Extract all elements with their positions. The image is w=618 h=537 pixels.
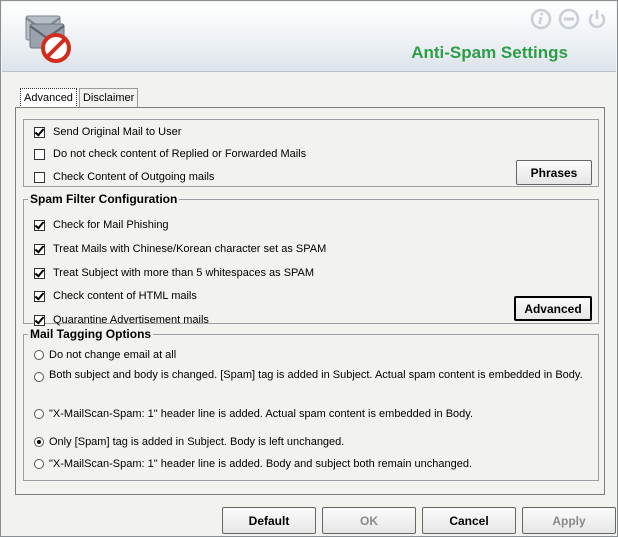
radio-button[interactable] [34,409,44,419]
apply-button[interactable]: Apply [522,507,616,534]
option-phishing[interactable]: Check for Mail Phishing [34,219,169,231]
tab-advanced[interactable]: Advanced [20,88,77,108]
option-label: Check Content of Outgoing mails [53,171,215,183]
ok-button[interactable]: OK [322,507,416,534]
option-label: "X-MailScan-Spam: 1" header line is adde… [49,458,473,470]
checkbox[interactable] [34,171,45,183]
option-label: Quarantine Advertisement mails [53,314,209,326]
option-label: Treat Subject with more than 5 whitespac… [53,267,315,279]
checkbox[interactable] [34,148,45,160]
option-html-mails[interactable]: Check content of HTML mails [34,290,197,302]
spam-filter-group: Spam Filter Configuration Check for Mail… [23,192,599,326]
header-bar: Anti-Spam Settings [2,2,616,72]
option-quarantine-ads[interactable]: Quarantine Advertisement mails [34,314,209,326]
option-skip-replied[interactable]: Do not check content of Replied or Forwa… [34,148,306,160]
checkbox[interactable] [34,314,45,326]
checkbox[interactable] [34,243,45,255]
option-chinese-korean[interactable]: Treat Mails with Chinese/Korean characte… [34,243,326,255]
radio-button[interactable] [34,437,44,447]
tagging-option-header-embedded[interactable]: "X-MailScan-Spam: 1" header line is adde… [34,408,473,420]
option-label: Only [Spam] tag is added in Subject. Bod… [49,436,345,448]
phrases-button[interactable]: Phrases [516,160,592,185]
option-label: "X-MailScan-Spam: 1" header line is adde… [49,408,474,420]
cancel-button[interactable]: Cancel [422,507,516,534]
spam-filter-legend: Spam Filter Configuration [30,192,178,206]
option-label: Do not change email at all [49,349,177,361]
tagging-option-subject-only[interactable]: Only [Spam] tag is added in Subject. Bod… [34,436,344,448]
default-button[interactable]: Default [222,507,316,534]
advanced-button[interactable]: Advanced [514,296,592,321]
mail-tagging-legend: Mail Tagging Options [30,327,152,341]
radio-button[interactable] [34,459,44,469]
option-label: Treat Mails with Chinese/Korean characte… [53,243,327,255]
option-label: Send Original Mail to User [53,126,182,138]
mail-forbidden-icon [25,15,71,63]
checkbox[interactable] [34,290,45,302]
option-whitespaces[interactable]: Treat Subject with more than 5 whitespac… [34,267,314,279]
minimize-icon[interactable] [558,8,580,30]
option-label: Both subject and body is changed. [Spam]… [49,369,583,381]
window-title: Anti-Spam Settings [411,43,568,62]
tagging-option-no-change[interactable]: Do not change email at all [34,349,176,361]
option-send-original[interactable]: Send Original Mail to User [34,126,181,138]
general-options-group: Send Original Mail to User Do not check … [23,119,599,187]
radio-button[interactable] [34,350,44,360]
tab-bar: Advanced Disclaimer [20,88,139,108]
checkbox[interactable] [34,219,45,231]
tab-disclaimer[interactable]: Disclaimer [78,88,139,108]
tagging-option-subject-body[interactable]: Both subject and body is changed. [Spam]… [34,369,594,382]
checkbox[interactable] [34,126,45,138]
anti-spam-window: Anti-Spam Settings Advanced Disclaimer S… [0,0,618,537]
settings-panel: Send Original Mail to User Do not check … [15,107,605,495]
option-label: Check content of HTML mails [53,290,197,302]
radio-button[interactable] [34,372,44,382]
option-check-outgoing[interactable]: Check Content of Outgoing mails [34,171,214,183]
power-icon[interactable] [586,8,608,30]
tagging-option-header-only[interactable]: "X-MailScan-Spam: 1" header line is adde… [34,458,472,470]
option-label: Do not check content of Replied or Forwa… [53,148,307,160]
option-label: Check for Mail Phishing [53,219,169,231]
info-icon[interactable] [530,8,552,30]
mail-tagging-group: Mail Tagging Options Do not change email… [23,327,599,481]
checkbox[interactable] [34,267,45,279]
